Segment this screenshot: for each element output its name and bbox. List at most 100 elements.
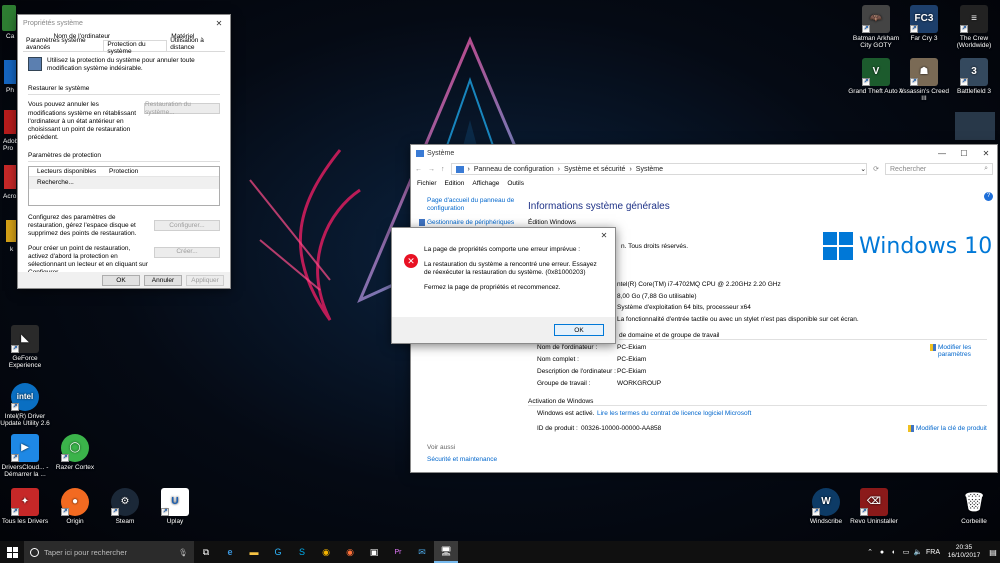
chrome-icon[interactable]: ◉ xyxy=(314,541,338,563)
see-also: Voir aussi xyxy=(427,444,456,451)
search-placeholder: Rechercher xyxy=(890,165,927,173)
full-name-label: Nom complet : xyxy=(537,356,579,363)
desktop-icon-origin[interactable]: ● ↗ Origin xyxy=(47,488,103,525)
edge-icon[interactable]: e xyxy=(218,541,242,563)
desktop-icon-farcry3[interactable]: FC3 ↗ Far Cry 3 xyxy=(896,5,952,42)
desktop-icon-the-crew[interactable]: ≡ ↗ The Crew (Worldwide) xyxy=(946,5,1000,50)
computer-name-value: PC-Ekiam xyxy=(617,344,647,351)
link-control-panel-home[interactable]: Page d'accueil du panneau de configurati… xyxy=(427,197,523,213)
close-icon[interactable]: ✕ xyxy=(208,15,230,31)
tray-app-icon[interactable]: ● xyxy=(876,541,888,563)
drives-table[interactable]: Lecteurs disponibles Protection Recherch… xyxy=(28,166,220,207)
desktop-icon-razer[interactable]: ◯ ↗ Razer Cortex xyxy=(47,434,103,471)
taskbar-search[interactable]: Taper ici pour rechercher 🎙 xyxy=(24,541,194,563)
network-icon[interactable]: ▭ xyxy=(900,541,912,563)
change-settings-link[interactable]: Modifier les paramètres xyxy=(930,344,980,358)
back-icon[interactable]: ← xyxy=(415,166,422,173)
product-id-label: ID de produit : xyxy=(537,425,578,432)
col-drives: Lecteurs disponibles xyxy=(37,167,97,175)
tray-app-icon-2[interactable]: ◐ xyxy=(888,541,900,563)
tab-remote[interactable]: Utilisation à distance xyxy=(167,37,225,51)
menu-edit[interactable]: Edition xyxy=(445,180,465,187)
premiere-icon[interactable]: Pr xyxy=(386,541,410,563)
app-icon[interactable]: G xyxy=(266,541,290,563)
uplay-icon: U ↗ xyxy=(161,488,189,516)
pinned-app-icon[interactable]: ▣ xyxy=(362,541,386,563)
close-icon[interactable]: ✕ xyxy=(593,228,615,242)
show-hidden-icons[interactable]: ⌃ xyxy=(864,541,876,563)
error-ok-button[interactable]: OK xyxy=(554,324,604,336)
forward-icon[interactable]: → xyxy=(428,166,435,173)
desktop-icon-uplay[interactable]: U ↗ Uplay xyxy=(147,488,203,525)
sysprops-titlebar[interactable]: Propriétés système ✕ xyxy=(18,15,230,31)
system-titlebar[interactable]: Système — ☐ ✕ xyxy=(411,145,997,161)
start-button[interactable] xyxy=(0,541,24,563)
tab-advanced[interactable]: Paramètres système avancés xyxy=(23,37,103,51)
microphone-icon[interactable]: 🎙 xyxy=(178,548,194,557)
notifications-icon[interactable]: ▤ xyxy=(986,541,1000,563)
desktop-icon-bf3[interactable]: 3 ↗ Battlefield 3 xyxy=(946,58,1000,95)
cancel-button[interactable]: Annuler xyxy=(144,274,182,286)
help-icon[interactable]: ? xyxy=(984,192,993,201)
system-taskbar-icon[interactable]: 🖥 xyxy=(434,541,458,563)
restore-button[interactable]: Restauration du système... xyxy=(144,101,220,116)
language-indicator[interactable]: FRA xyxy=(924,541,942,563)
desktop-icon-recycle-bin[interactable]: 🗑 Corbeille xyxy=(946,488,1000,525)
change-key-link[interactable]: Modifier la clé de produit xyxy=(908,425,987,432)
address-bar[interactable]: › Panneau de configuration › Système et sé… xyxy=(450,163,868,175)
refresh-icon[interactable]: ⟳ xyxy=(873,165,879,173)
tab-system-protection[interactable]: Protection du système xyxy=(103,40,168,55)
task-view-icon[interactable]: ⧉ xyxy=(194,541,218,563)
apply-button[interactable]: Appliquer xyxy=(186,274,224,286)
desktop-icon-revo[interactable]: ⌫ ↗ Revo Uninstaller xyxy=(846,488,902,525)
product-id-value: 00326-10000-00000-AA858 xyxy=(581,425,662,432)
configure-button[interactable]: Configurer... xyxy=(154,220,220,232)
farcry3-icon: FC3 ↗ xyxy=(910,5,938,33)
gta-icon: V ↗ xyxy=(862,58,890,86)
dropdown-icon[interactable]: ⌄ xyxy=(860,165,866,173)
desktop-icon-geforce[interactable]: ◣ ↗ GeForce Experience xyxy=(0,325,53,370)
windows-logo: Windows 10 xyxy=(823,232,992,260)
desktop-icon-tous-les-drivers[interactable]: ✦ ↗ Tous les Drivers xyxy=(0,488,53,525)
shield-icon xyxy=(419,219,425,227)
file-explorer-icon[interactable]: ▬ xyxy=(242,541,266,563)
recycle-bin-icon: 🗑 xyxy=(962,491,986,512)
menu-bar: Fichier Edition Affichage Outils xyxy=(411,177,997,190)
ok-button[interactable]: OK xyxy=(102,274,140,286)
minimize-icon[interactable]: — xyxy=(931,145,953,161)
close-icon[interactable]: ✕ xyxy=(975,145,997,161)
error-dialog[interactable]: ✕ ✕ La page de propriétés comporte une e… xyxy=(391,227,616,344)
create-button[interactable]: Créer... xyxy=(154,246,220,258)
crumb-system[interactable]: Système xyxy=(636,166,663,173)
menu-file[interactable]: Fichier xyxy=(417,180,437,187)
drivers-icon: ✦ ↗ xyxy=(11,488,39,516)
license-link[interactable]: Lire les termes du contrat de licence lo… xyxy=(597,410,751,417)
desktop-icon-ac3[interactable]: ☗ ↗ Assassin's Creed III xyxy=(896,58,952,103)
skype-icon[interactable]: S xyxy=(290,541,314,563)
system-properties-window[interactable]: Propriétés système ✕ Nom de l'ordinateur… xyxy=(17,14,231,289)
col-protection: Protection xyxy=(109,167,139,175)
link-security-maintenance[interactable]: Sécurité et maintenance xyxy=(427,456,497,464)
desktop-icon-steam[interactable]: ⚙ ↗ Steam xyxy=(97,488,153,525)
clock-date: 16/10/2017 xyxy=(947,552,981,559)
menu-tools[interactable]: Outils xyxy=(507,180,524,187)
error-line2: La restauration du système a rencontré u… xyxy=(424,261,597,277)
menu-view[interactable]: Affichage xyxy=(472,180,499,187)
volume-icon[interactable]: 🔈 xyxy=(912,541,924,563)
maximize-icon[interactable]: ☐ xyxy=(953,145,975,161)
clock-time: 20:35 xyxy=(955,544,973,552)
windows-logo-icon xyxy=(823,232,853,260)
razer-icon: ◯ ↗ xyxy=(61,434,89,462)
mail-icon[interactable]: ✉ xyxy=(410,541,434,563)
desktop-icon-driverscloud[interactable]: ▶ ↗ DriversCloud... - Démarrer la ... xyxy=(0,434,53,479)
crumb-security[interactable]: Système et sécurité xyxy=(564,166,625,173)
search-box[interactable]: Rechercher ⌕ xyxy=(885,163,993,175)
desktop-icon-intel[interactable]: intel ↗ Intel(R) Driver Update Utility 2.… xyxy=(0,383,53,428)
search-icon: ⌕ xyxy=(984,165,988,172)
firefox-icon[interactable]: ◉ xyxy=(338,541,362,563)
uac-shield-icon xyxy=(908,425,914,432)
up-icon[interactable]: ↑ xyxy=(441,166,445,173)
crumb-control-panel[interactable]: Panneau de configuration xyxy=(474,166,554,173)
clock[interactable]: 20:35 16/10/2017 xyxy=(942,544,986,560)
restore-heading: Restaurer le système xyxy=(28,85,220,96)
